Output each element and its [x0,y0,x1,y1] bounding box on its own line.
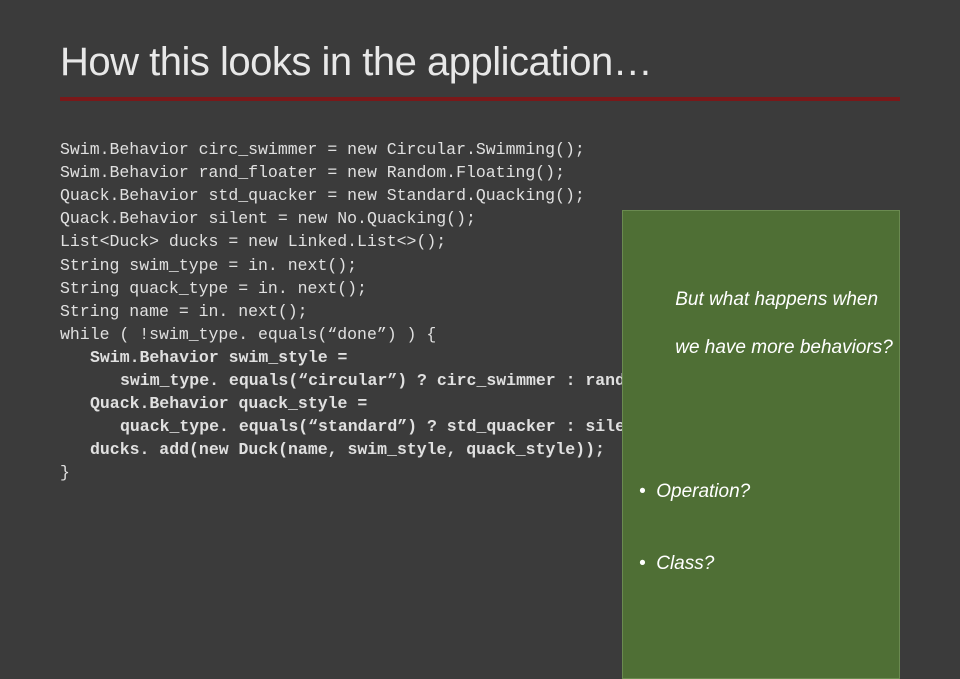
page-title: How this looks in the application… [60,40,900,85]
callout-line: we have more behaviors? [675,337,893,358]
code-line: } [60,463,70,482]
code-line: Swim.Behavior rand_floater = new Random.… [60,163,565,182]
callout-bullet: Operation? [639,480,889,504]
callout-text: But what happens when we have more behav… [633,265,889,384]
code-block: Swim.Behavior circ_swimmer = new Circula… [60,115,900,554]
code-line: while ( !swim_type. equals(“done”) ) { [60,325,436,344]
callout-bullet: Class? [639,552,889,576]
code-line: String name = in. next(); [60,302,308,321]
callout-line: But what happens when [675,289,878,310]
code-line: String swim_type = in. next(); [60,256,357,275]
slide: How this looks in the application… Swim.… [0,0,960,540]
code-line: String quack_type = in. next(); [60,279,367,298]
code-line: List<Duck> ducks = new Linked.List<>(); [60,232,446,251]
code-line: Swim.Behavior circ_swimmer = new Circula… [60,140,585,159]
callout-box: But what happens when we have more behav… [622,210,900,679]
callout-list: Operation? Class? [633,433,889,623]
title-underline [60,97,900,101]
code-line: Quack.Behavior std_quacker = new Standar… [60,186,585,205]
code-line: Quack.Behavior silent = new No.Quacking(… [60,209,476,228]
